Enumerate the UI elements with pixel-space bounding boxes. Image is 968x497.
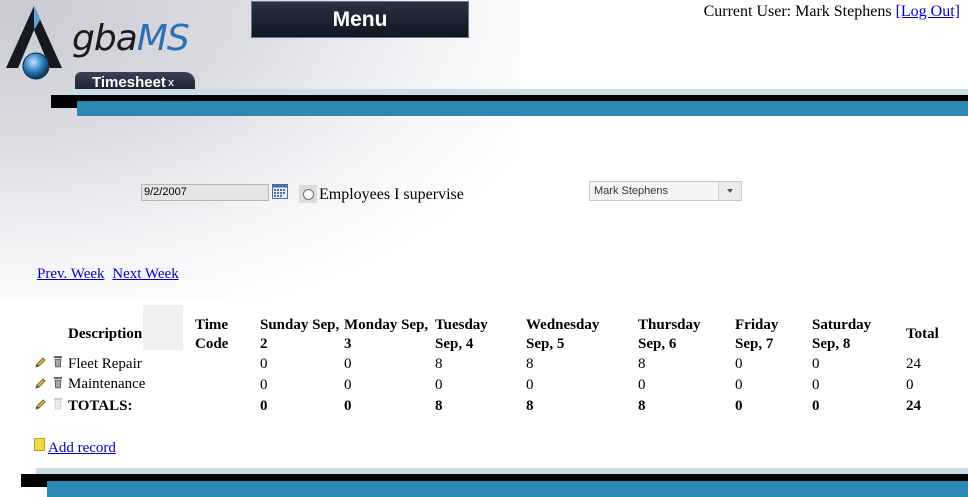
logo-text-ms: MS	[136, 18, 190, 59]
total-fri: 0	[735, 398, 743, 414]
col-header-tuesday-l2: Sep, 4	[435, 336, 474, 352]
cell-sun: 0	[260, 356, 268, 372]
current-user-info: Current User: Mark Stephens [Log Out]	[704, 3, 960, 21]
cell-tue: 0	[435, 377, 443, 393]
trash-icon[interactable]	[52, 376, 64, 389]
employees-supervise-label: Employees I supervise	[319, 186, 464, 203]
col-header-wednesday-l2: Sep, 5	[526, 336, 565, 352]
col-header-sunday-l2: 2	[260, 336, 268, 352]
note-icon[interactable]	[34, 438, 45, 451]
row-description: Fleet Repair	[68, 356, 142, 372]
col-header-time-code-l2: Code	[195, 336, 229, 352]
cell-wed: 0	[526, 377, 534, 393]
col-header-time-code: Time Code	[195, 316, 228, 354]
col-header-thursday-l1: Thursday	[638, 317, 701, 333]
trash-icon[interactable]	[52, 355, 64, 368]
trash-icon	[54, 398, 62, 410]
total-grand: 24	[906, 398, 921, 414]
pencil-icon[interactable]	[34, 377, 46, 390]
week-date-input[interactable]: 9/2/2007	[141, 184, 269, 201]
cell-wed: 8	[526, 356, 534, 372]
employee-select-value: Mark Stephens	[594, 185, 668, 197]
totals-label: TOTALS:	[68, 398, 133, 414]
cell-total: 0	[906, 377, 914, 393]
total-sat: 0	[812, 398, 820, 414]
col-header-description: Description	[68, 326, 143, 342]
col-header-saturday-l2: Sep, 8	[812, 336, 851, 352]
employees-supervise-radio[interactable]	[303, 189, 314, 200]
pencil-icon	[35, 399, 46, 410]
header-shade	[143, 305, 183, 350]
cell-sat: 0	[812, 377, 820, 393]
cell-fri: 0	[735, 377, 743, 393]
col-header-time-code-l1: Time	[195, 317, 229, 333]
col-header-friday-l1: Friday	[735, 317, 779, 333]
calendar-icon[interactable]	[272, 183, 288, 199]
add-record-link[interactable]: Add record	[48, 440, 116, 457]
menu-button[interactable]: Menu	[251, 1, 469, 38]
total-sun: 0	[260, 398, 268, 414]
chevron-down-icon[interactable]	[718, 182, 741, 200]
current-user-label: Current User: Mark Stephens	[703, 3, 892, 20]
pyramid-logo-icon	[6, 6, 62, 80]
col-header-thursday-l2: Sep, 6	[638, 336, 677, 352]
cell-thu: 0	[638, 377, 646, 393]
cell-mon: 0	[344, 377, 352, 393]
next-week-link[interactable]: Next Week	[112, 266, 178, 282]
cell-fri: 0	[735, 356, 743, 372]
header-bar-blue	[77, 101, 968, 116]
col-header-friday-l2: Sep, 7	[735, 336, 774, 352]
col-header-thursday: Thursday Sep, 6	[638, 316, 701, 354]
col-header-sunday-l1: Sunday Sep,	[260, 317, 340, 333]
cell-thu: 8	[638, 356, 646, 372]
prev-week-link[interactable]: Prev. Week	[37, 266, 105, 282]
total-tue: 8	[435, 398, 443, 414]
logout-link[interactable]: [Log Out]	[896, 3, 960, 20]
cell-sun: 0	[260, 377, 268, 393]
logo-text-gba: gba	[72, 18, 138, 59]
pencil-icon[interactable]	[34, 356, 46, 369]
total-mon: 0	[344, 398, 352, 414]
col-header-saturday-l1: Saturday	[812, 317, 872, 333]
total-thu: 8	[638, 398, 646, 414]
cell-total: 24	[906, 356, 921, 372]
week-navigation: Prev. Week Next Week	[37, 266, 183, 283]
col-header-monday-l1: Monday Sep,	[344, 317, 429, 333]
col-header-monday: Monday Sep, 3	[344, 316, 428, 354]
total-wed: 8	[526, 398, 534, 414]
col-header-saturday: Saturday Sep, 8	[812, 316, 871, 354]
col-header-sunday: Sunday Sep, 2	[260, 316, 339, 354]
col-header-wednesday-l1: Wednesday	[526, 317, 600, 333]
employee-select[interactable]: Mark Stephens	[589, 181, 742, 201]
logo-text: gbaMS	[72, 18, 190, 59]
tab-close-icon[interactable]: x	[168, 77, 174, 89]
col-header-total: Total	[906, 326, 939, 342]
col-header-wednesday: Wednesday Sep, 5	[526, 316, 599, 354]
cell-sat: 0	[812, 356, 820, 372]
footer-bar-blue	[47, 481, 968, 497]
cell-mon: 0	[344, 356, 352, 372]
col-header-tuesday-l1: Tuesday	[435, 317, 488, 333]
cell-tue: 8	[435, 356, 443, 372]
col-header-friday: Friday Sep, 7	[735, 316, 778, 354]
row-description: Maintenance	[68, 376, 146, 392]
col-header-tuesday: Tuesday Sep, 4	[435, 316, 488, 354]
col-header-monday-l2: 3	[344, 336, 352, 352]
